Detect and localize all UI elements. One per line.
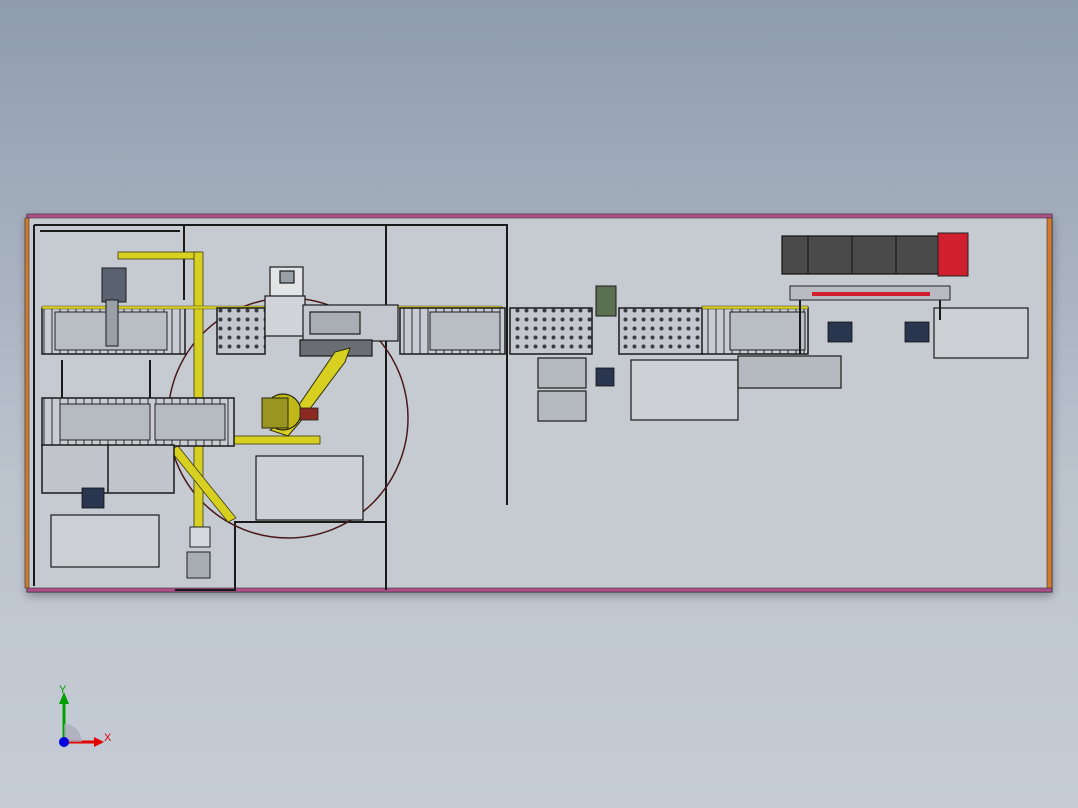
x-axis-label: X — [104, 732, 112, 744]
y-axis-label: Y — [59, 684, 67, 696]
z-axis-origin — [59, 737, 69, 747]
x-axis-arrowhead — [94, 737, 104, 747]
dotted-table-3 — [618, 307, 704, 355]
dotted-table-2 — [509, 307, 593, 355]
coordinate-triad: Y X — [48, 684, 128, 764]
cad-model-viewport[interactable] — [0, 0, 1078, 808]
dotted-table-1 — [216, 307, 266, 355]
equipment-green — [595, 285, 617, 317]
gantry-base-boxes — [186, 526, 211, 579]
